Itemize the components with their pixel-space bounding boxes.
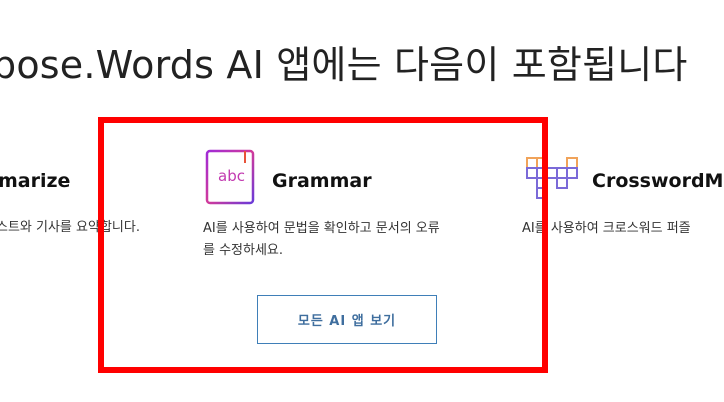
card-title-summarize[interactable]: marize [0, 170, 70, 192]
card-title-crossword[interactable]: CrosswordMa [592, 170, 724, 192]
page-heading: pose.Words AI 앱에는 다음이 포함됩니다 [0, 43, 688, 87]
view-all-ai-apps-button[interactable]: 모든 AI 앱 보기 [257, 295, 437, 344]
